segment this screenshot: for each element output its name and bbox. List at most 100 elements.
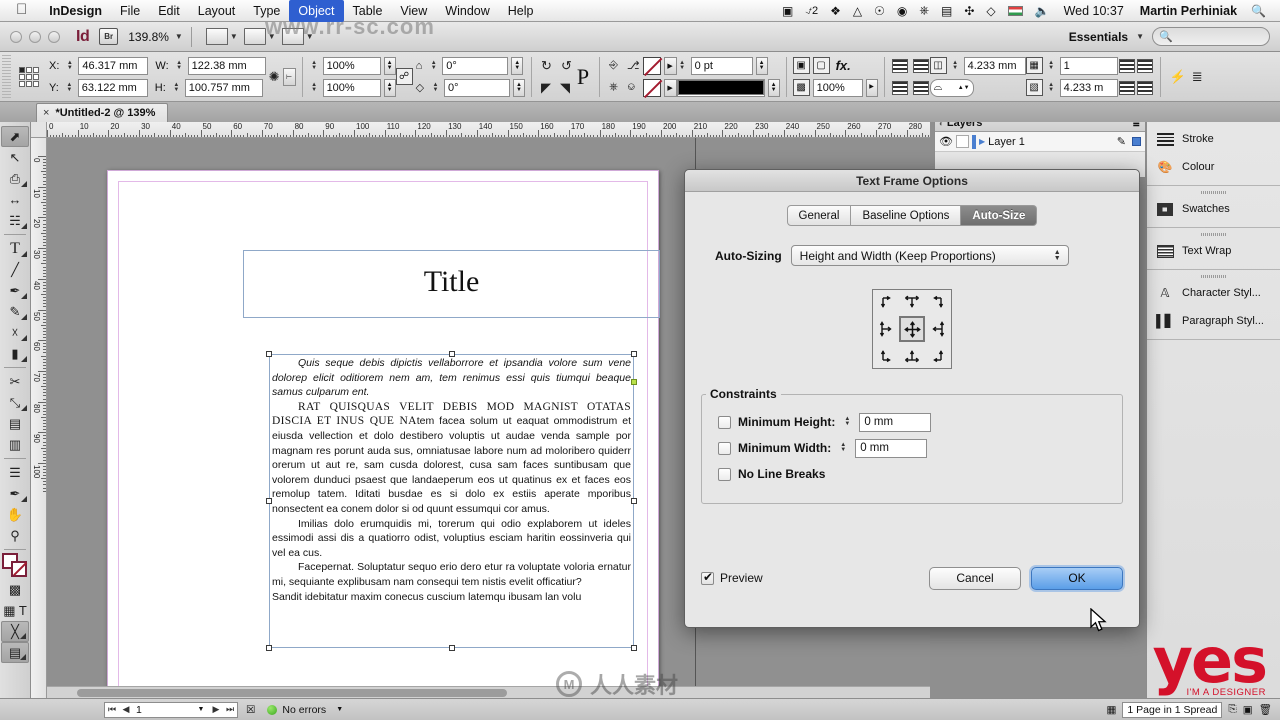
auto-size-reference-point-grid[interactable] — [872, 289, 952, 369]
stroke-dropdown-icon[interactable]: ▶ — [663, 78, 677, 97]
open-bridge-icon[interactable]: ⎘ — [1228, 703, 1236, 716]
quick-apply-icon[interactable]: ⚡ — [1167, 69, 1189, 85]
preview-control[interactable]: Preview — [701, 570, 763, 585]
menu-item-file[interactable]: File — [111, 0, 149, 22]
x-stepper[interactable]: ▲ ▼ — [64, 57, 75, 74]
zoom-window-button[interactable] — [48, 30, 60, 43]
opacity-dropdown-icon[interactable]: ▶ — [865, 78, 878, 97]
view-options-button[interactable] — [205, 28, 228, 45]
close-tab-icon[interactable]: × — [43, 107, 55, 119]
scale-x-dropdown-icon[interactable]: ▲ ▼ — [383, 56, 396, 75]
fill-dropdown-icon[interactable]: ▶ — [663, 56, 677, 75]
note-tool[interactable]: ☰ — [1, 462, 29, 483]
ok-button[interactable]: OK — [1031, 566, 1123, 590]
apple-icon[interactable]:  — [0, 1, 40, 20]
window-controls[interactable] — [0, 30, 60, 43]
stroke-weight-stepper[interactable]: ▲ ▼ — [677, 57, 688, 74]
columns-input[interactable]: 1 — [1059, 56, 1118, 75]
stroke-type-selector[interactable] — [676, 78, 765, 97]
document-page[interactable]: Title Quis seque debis dipictis vellabor… — [107, 170, 660, 698]
spaces-icon[interactable]: ✣ — [958, 4, 980, 18]
menu-item-view[interactable]: View — [391, 0, 436, 22]
frame-handle-ml[interactable] — [266, 498, 272, 504]
horizontal-scroll-thumb[interactable] — [77, 689, 507, 697]
delete-page-icon[interactable]: 🗑 — [1259, 703, 1272, 716]
fill-stroke-swatches[interactable] — [2, 553, 28, 577]
hand-tool[interactable]: ✋ — [1, 504, 29, 525]
opacity-input[interactable]: 100% — [812, 78, 863, 97]
w-stepper[interactable]: ▲ ▼ — [174, 57, 185, 74]
workspace-chevron-icon[interactable]: ▼ — [1136, 32, 1144, 41]
screen-record-icon[interactable]: ▣ — [776, 4, 799, 18]
menu-item-table[interactable]: Table — [344, 0, 392, 22]
tab-auto-size[interactable]: Auto-Size — [961, 205, 1038, 226]
free-transform-tool[interactable]: ⤡ — [1, 392, 29, 413]
zoom-level-value[interactable]: 139.8% — [118, 30, 175, 44]
select-content-icon[interactable]: ⎈ — [606, 81, 621, 94]
dock-item-swatches[interactable]: Swatches — [1147, 195, 1280, 223]
selection-tool[interactable]: ⬈ — [1, 126, 29, 147]
minimize-window-button[interactable] — [29, 30, 41, 43]
rotation-input[interactable]: 0° — [442, 56, 509, 75]
shear-input[interactable]: 0° — [444, 78, 511, 97]
select-previous-object-icon[interactable]: ⎇ — [624, 59, 643, 72]
x-input[interactable]: 46.317 mm — [78, 56, 149, 75]
stroke-weight-dropdown-icon[interactable]: ▲ ▼ — [755, 56, 768, 75]
first-page-button[interactable]: ⏮ — [105, 704, 119, 715]
zoom-dropdown-icon[interactable]: ▼ — [175, 32, 183, 41]
dock-item-paragraph-styles[interactable]: ▌▋ Paragraph Styl... — [1147, 307, 1280, 335]
wifi-icon[interactable]: ◇ — [980, 4, 1001, 18]
control-panel-menu-icon[interactable]: ≣ — [1189, 69, 1206, 85]
fill-swatch[interactable] — [642, 56, 661, 75]
frame-handle-mr[interactable] — [631, 498, 637, 504]
align-left-icon[interactable] — [1118, 58, 1135, 73]
gutter-input[interactable]: 4.233 m — [1059, 78, 1118, 97]
preflight-dropdown-icon[interactable]: ▼ — [326, 706, 343, 713]
layer-name[interactable]: Layer 1 — [988, 136, 1025, 148]
scale-x-input[interactable]: 100% — [322, 56, 381, 75]
menu-item-indesign[interactable]: InDesign — [40, 0, 111, 22]
horizontal-scrollbar[interactable] — [47, 686, 930, 698]
span-columns-icon[interactable] — [1136, 80, 1153, 95]
page-navigation[interactable]: ⏮ ◀ 1 ▼ ▶ ⏭ — [104, 701, 238, 718]
auto-sizing-select[interactable]: Height and Width (Keep Proportions) ▲ ▼ — [790, 245, 1069, 266]
workspace-switcher[interactable]: Essentials — [1069, 30, 1128, 44]
rotate-cw-90-icon[interactable]: ↺ — [558, 58, 575, 74]
dock-item-text-wrap[interactable]: Text Wrap — [1147, 237, 1280, 265]
bridge-button[interactable]: Br — [99, 28, 119, 45]
page-dropdown-icon[interactable]: ▼ — [193, 706, 209, 713]
dock-item-stroke[interactable]: Stroke — [1147, 125, 1280, 153]
flag-icon[interactable] — [1002, 5, 1029, 16]
y-stepper[interactable]: ▲ ▼ — [64, 79, 75, 96]
stroke-color-swatch[interactable] — [11, 561, 27, 577]
anchor-cell-middle-left[interactable] — [873, 316, 899, 342]
last-page-button[interactable]: ⏭ — [223, 704, 237, 715]
minimum-height-checkbox[interactable] — [718, 415, 731, 429]
google-drive-icon[interactable]: △ — [847, 4, 868, 18]
inset-input[interactable]: 4.233 mm — [963, 56, 1026, 75]
previous-page-button[interactable]: ◀ — [119, 704, 133, 715]
constrain-scale-proportions-icon[interactable]: ☍ — [395, 68, 413, 85]
anchor-cell-bottom-center[interactable] — [899, 342, 925, 368]
body-text-frame[interactable]: Quis seque debis dipictis vellaborrore e… — [266, 351, 637, 651]
minimum-width-input[interactable]: 0 mm — [855, 438, 928, 458]
dock-item-colour[interactable]: 🎨 Colour — [1147, 153, 1280, 181]
gradient-feather-tool[interactable]: ▥ — [1, 434, 29, 455]
effects-icon[interactable]: ▢ — [812, 57, 830, 74]
ruler-origin[interactable] — [31, 122, 47, 138]
menu-item-object[interactable]: Object — [289, 0, 344, 22]
scale-y-dropdown-icon[interactable]: ▲ ▼ — [383, 78, 396, 97]
lock-cell[interactable] — [955, 135, 969, 148]
balance-columns-icon[interactable] — [1136, 58, 1153, 73]
new-page-icon[interactable]: ▣ — [1243, 704, 1253, 716]
fx-button[interactable]: fx. — [833, 58, 854, 73]
fit-frame-to-content-button[interactable]: ⊢ — [282, 67, 296, 86]
layer-selection-indicator[interactable] — [1132, 137, 1141, 146]
anchor-cell-top-left[interactable] — [873, 290, 899, 316]
menu-item-layout[interactable]: Layout — [189, 0, 245, 22]
layer-row[interactable]: 👁 ▶ Layer 1 ✎ — [935, 132, 1145, 152]
anchor-cell-center[interactable] — [899, 316, 925, 342]
layer-expand-triangle-icon[interactable]: ▶ — [979, 137, 985, 146]
drop-shadow-icon[interactable]: ▣ — [792, 57, 810, 74]
anchor-cell-middle-right[interactable] — [925, 316, 951, 342]
